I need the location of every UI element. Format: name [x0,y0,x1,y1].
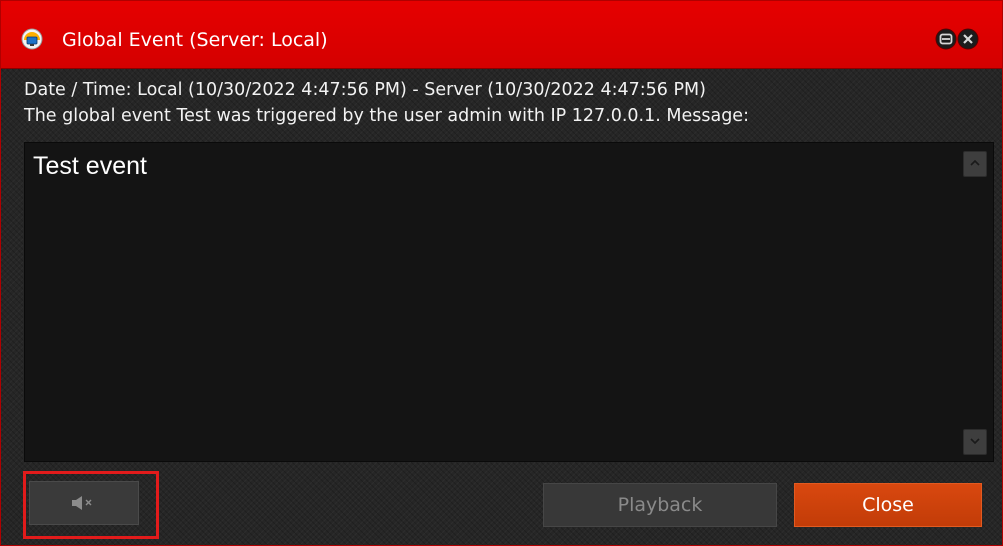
message-text: Test event [33,152,147,180]
title-bar[interactable]: Global Event (Server: Local) [1,1,1002,69]
chevron-up-icon [970,159,980,166]
mute-button[interactable] [29,481,139,525]
monitor-alert-icon [21,28,43,50]
global-event-window: Global Event (Server: Local) Date / Time… [0,0,1003,546]
event-datetime: Date / Time: Local (10/30/2022 4:47:56 P… [24,80,706,100]
speaker-mute-icon [72,496,92,510]
close-icon[interactable] [957,28,979,50]
message-scrollbar[interactable] [959,143,993,461]
minimize-icon[interactable] [935,28,957,50]
message-area[interactable]: Test event [24,142,994,462]
scroll-down-button[interactable] [963,429,987,455]
scroll-up-button[interactable] [963,151,987,177]
playback-button[interactable]: Playback [543,483,777,527]
window-title: Global Event (Server: Local) [62,29,328,51]
event-description: The global event Test was triggered by t… [24,106,749,126]
close-button[interactable]: Close [794,483,982,527]
chevron-down-icon [970,438,980,445]
